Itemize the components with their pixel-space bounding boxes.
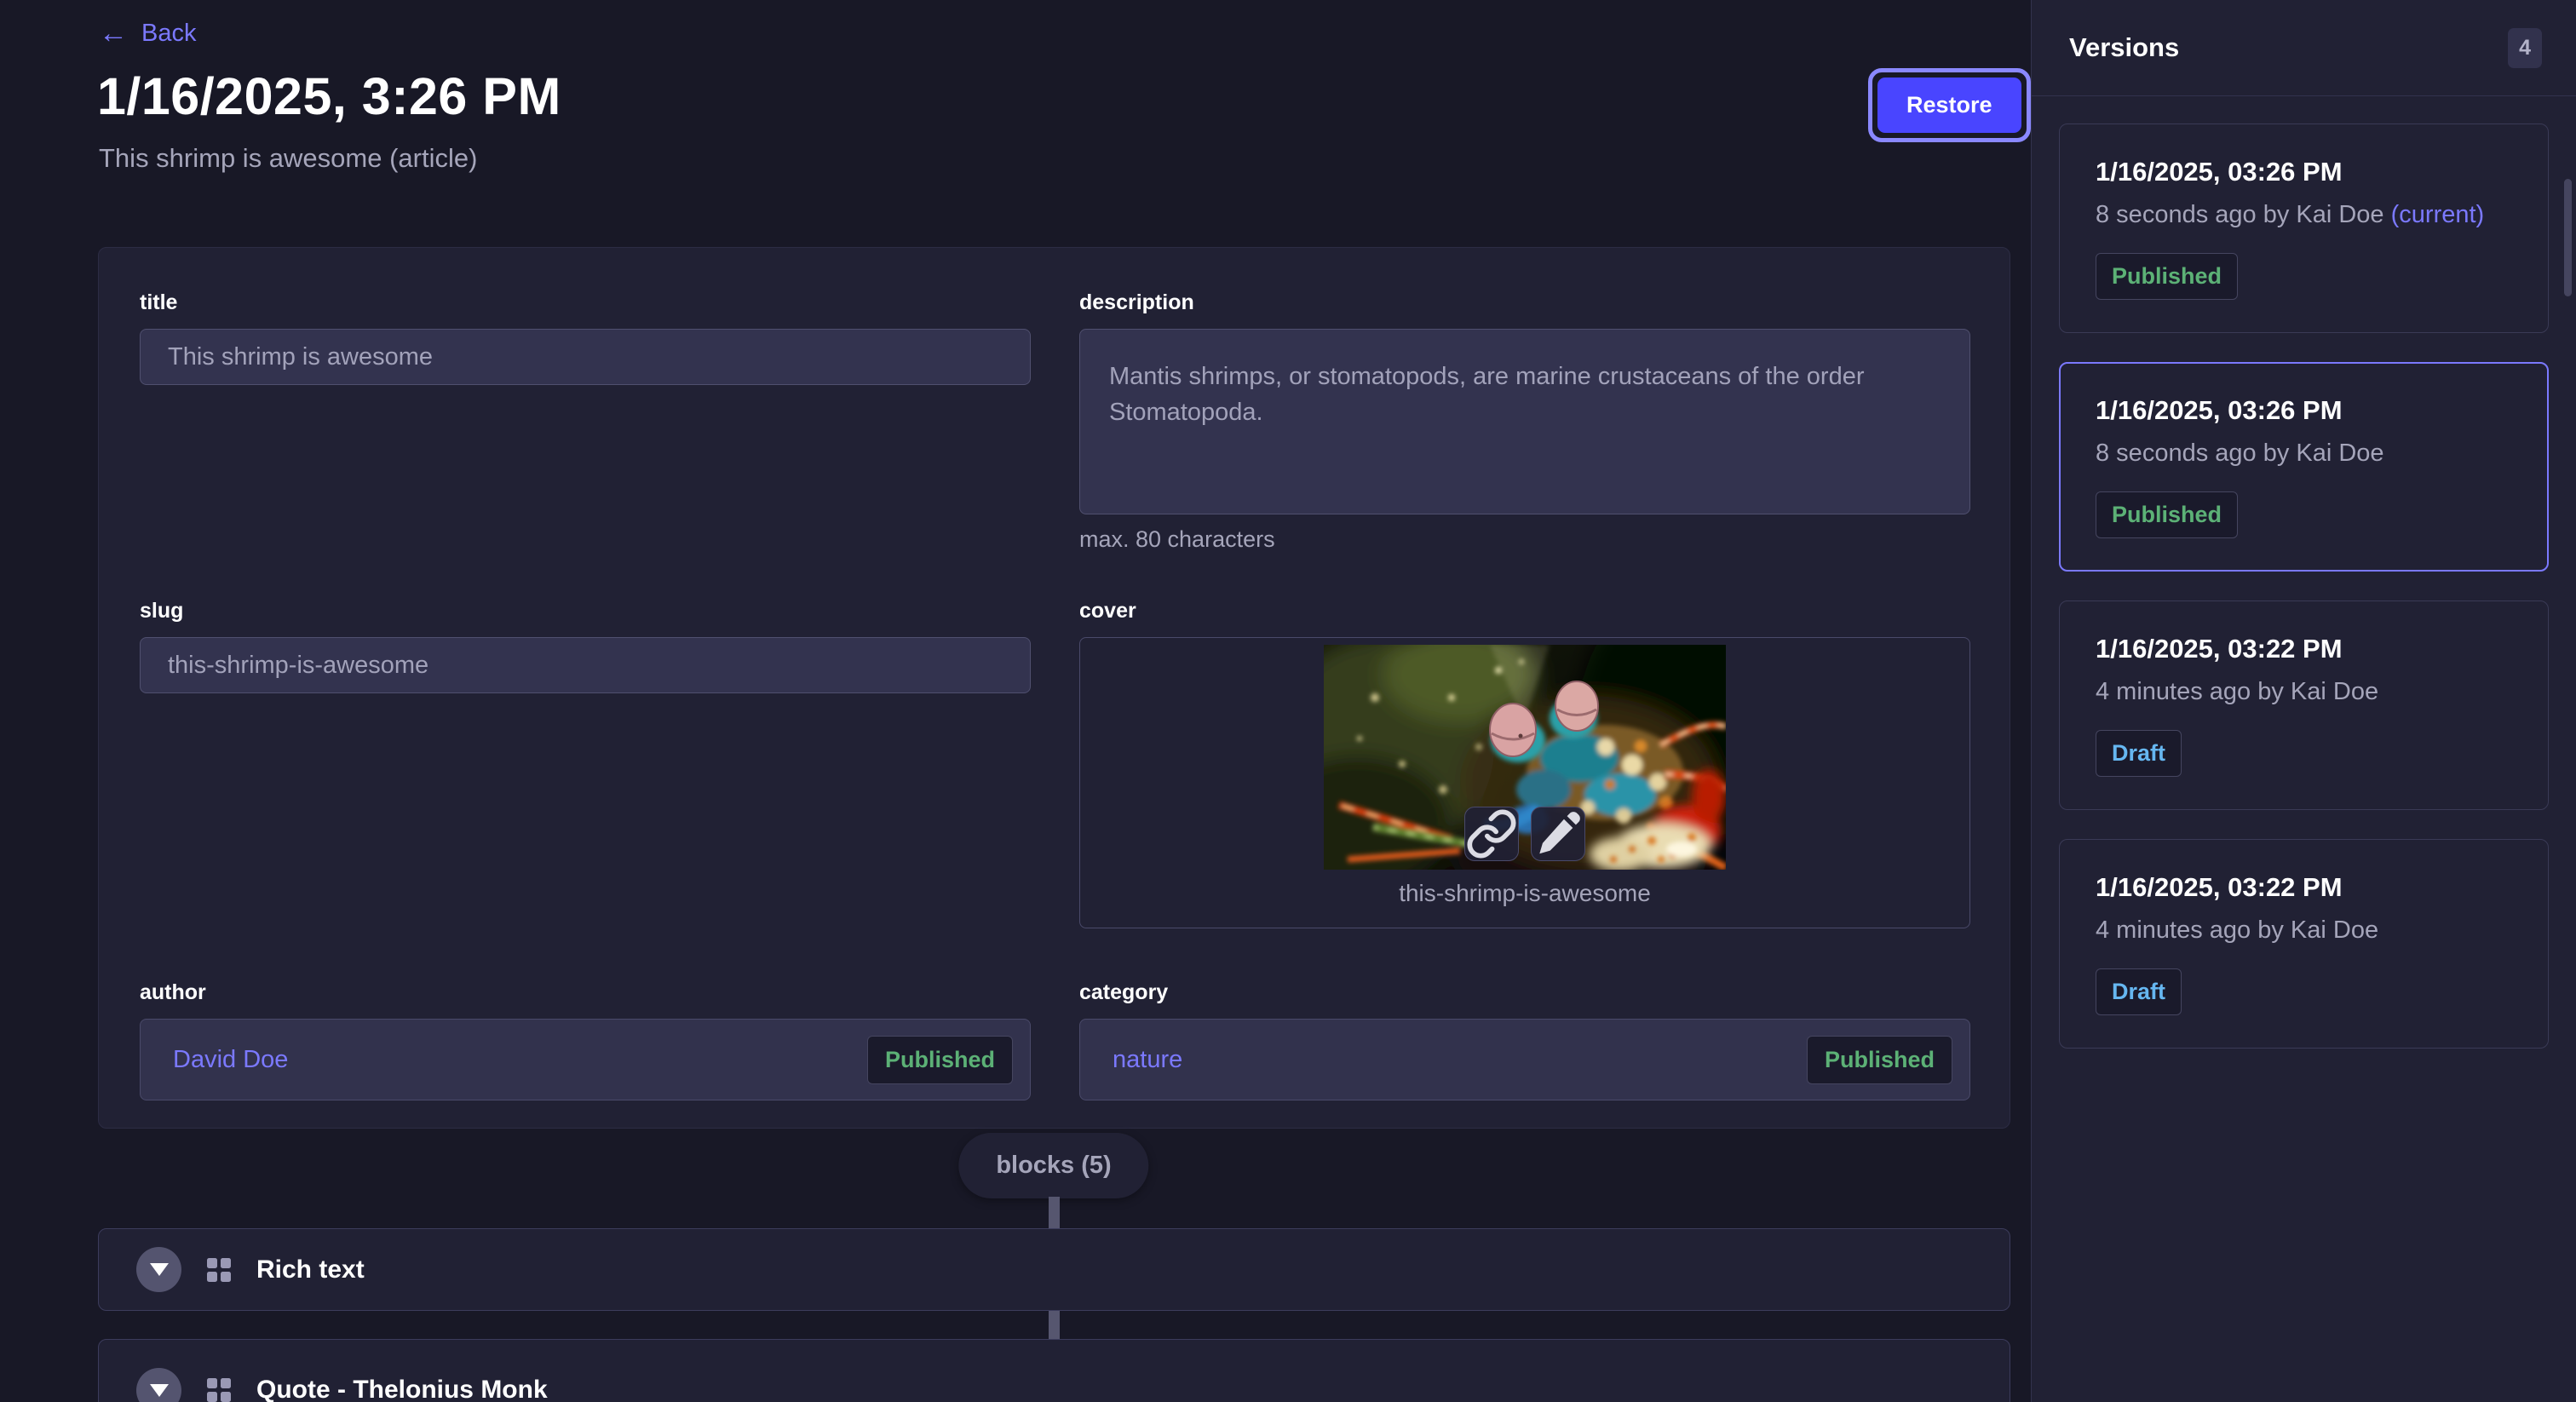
block-item-quote[interactable]: Quote - Thelonius Monk bbox=[98, 1339, 2010, 1402]
version-card[interactable]: 1/16/2025, 03:26 PM 8 seconds ago by Kai… bbox=[2059, 124, 2549, 333]
restore-button[interactable]: Restore bbox=[1877, 78, 2021, 133]
category-relation-box: nature Published bbox=[1079, 1019, 1970, 1100]
version-fields-panel: title This shrimp is awesome description… bbox=[98, 247, 2010, 1129]
version-status-badge: Draft bbox=[2096, 968, 2182, 1015]
copy-link-button[interactable] bbox=[1464, 807, 1519, 861]
author-status-badge: Published bbox=[867, 1036, 1013, 1084]
title-label: title bbox=[140, 290, 1031, 315]
edit-media-button[interactable] bbox=[1531, 807, 1585, 861]
cover-field: cover bbox=[1079, 599, 1970, 928]
category-label: category bbox=[1079, 980, 1970, 1005]
page-subtitle: This shrimp is awesome (article) bbox=[99, 143, 477, 174]
category-status-badge: Published bbox=[1807, 1036, 1952, 1084]
block-item-rich-text[interactable]: Rich text bbox=[98, 1228, 2010, 1311]
back-link[interactable]: ← Back bbox=[99, 19, 196, 48]
collapse-toggle-button[interactable] bbox=[136, 1247, 181, 1292]
block-label: Quote - Thelonius Monk bbox=[256, 1376, 548, 1402]
slug-label: slug bbox=[140, 599, 1031, 623]
cover-label: cover bbox=[1079, 599, 1970, 623]
main-content: ← Back 1/16/2025, 3:26 PM This shrimp is… bbox=[0, 0, 2031, 1402]
back-arrow-icon: ← bbox=[99, 19, 128, 48]
versions-list: 1/16/2025, 03:26 PM 8 seconds ago by Kai… bbox=[2032, 96, 2576, 1049]
description-textarea: Mantis shrimps, or stomatopods, are mari… bbox=[1079, 329, 1970, 514]
slug-field: slug this-shrimp-is-awesome bbox=[140, 599, 1031, 693]
version-meta: 8 seconds ago by Kai Doe bbox=[2096, 440, 2512, 468]
pencil-icon bbox=[1532, 721, 1584, 870]
version-meta: 8 seconds ago by Kai Doe (current) bbox=[2096, 201, 2512, 229]
current-version-tag: (current) bbox=[2391, 201, 2485, 228]
description-field: description Mantis shrimps, or stomatopo… bbox=[1079, 290, 1970, 553]
description-label: description bbox=[1079, 290, 1970, 315]
blocks-connector-line bbox=[1049, 1197, 1060, 1229]
versions-header: Versions 4 bbox=[2032, 0, 2576, 96]
versions-sidebar: Versions 4 1/16/2025, 03:26 PM 8 seconds… bbox=[2031, 0, 2576, 1402]
slug-input: this-shrimp-is-awesome bbox=[140, 637, 1031, 693]
author-relation-link[interactable]: David Doe bbox=[173, 1046, 288, 1074]
versions-count-badge: 4 bbox=[2508, 28, 2542, 68]
author-relation-box: David Doe Published bbox=[140, 1019, 1031, 1100]
version-date: 1/16/2025, 03:22 PM bbox=[2096, 872, 2512, 903]
sidebar-scrollbar[interactable] bbox=[2564, 179, 2572, 296]
category-relation-link[interactable]: nature bbox=[1113, 1046, 1182, 1074]
title-field: title This shrimp is awesome bbox=[140, 290, 1031, 385]
version-date: 1/16/2025, 03:22 PM bbox=[2096, 634, 2512, 664]
title-input: This shrimp is awesome bbox=[140, 329, 1031, 385]
drag-grid-icon bbox=[207, 1378, 231, 1402]
restore-button-focus-ring: Restore bbox=[1868, 68, 2031, 142]
version-status-badge: Published bbox=[2096, 491, 2238, 538]
category-field: category nature Published bbox=[1079, 980, 1970, 1100]
version-card[interactable]: 1/16/2025, 03:22 PM 4 minutes ago by Kai… bbox=[2059, 600, 2549, 810]
cover-image bbox=[1324, 645, 1726, 870]
block-label: Rich text bbox=[256, 1255, 365, 1284]
version-card-selected[interactable]: 1/16/2025, 03:26 PM 8 seconds ago by Kai… bbox=[2059, 362, 2549, 572]
version-status-badge: Published bbox=[2096, 253, 2238, 300]
description-hint: max. 80 characters bbox=[1079, 526, 1970, 553]
version-date: 1/16/2025, 03:26 PM bbox=[2096, 395, 2512, 426]
cover-caption: this-shrimp-is-awesome bbox=[1080, 880, 1969, 907]
collapse-toggle-button[interactable] bbox=[136, 1368, 181, 1402]
chevron-down-icon bbox=[150, 1263, 169, 1276]
blocks-connector-line bbox=[1049, 1310, 1060, 1340]
author-field: author David Doe Published bbox=[140, 980, 1031, 1100]
cover-actions bbox=[1464, 807, 1585, 861]
version-meta: 4 minutes ago by Kai Doe bbox=[2096, 678, 2512, 706]
version-meta: 4 minutes ago by Kai Doe bbox=[2096, 916, 2512, 945]
version-date: 1/16/2025, 03:26 PM bbox=[2096, 157, 2512, 187]
cover-box: this-shrimp-is-awesome bbox=[1079, 637, 1970, 928]
back-label: Back bbox=[141, 20, 196, 48]
version-card[interactable]: 1/16/2025, 03:22 PM 4 minutes ago by Kai… bbox=[2059, 839, 2549, 1049]
blocks-count-pill: blocks (5) bbox=[958, 1133, 1148, 1198]
author-label: author bbox=[140, 980, 1031, 1005]
version-status-badge: Draft bbox=[2096, 730, 2182, 777]
link-icon bbox=[1465, 721, 1518, 870]
chevron-down-icon bbox=[150, 1384, 169, 1397]
drag-grid-icon bbox=[207, 1258, 231, 1282]
versions-title: Versions bbox=[2069, 32, 2179, 63]
page-title: 1/16/2025, 3:26 PM bbox=[97, 66, 561, 126]
